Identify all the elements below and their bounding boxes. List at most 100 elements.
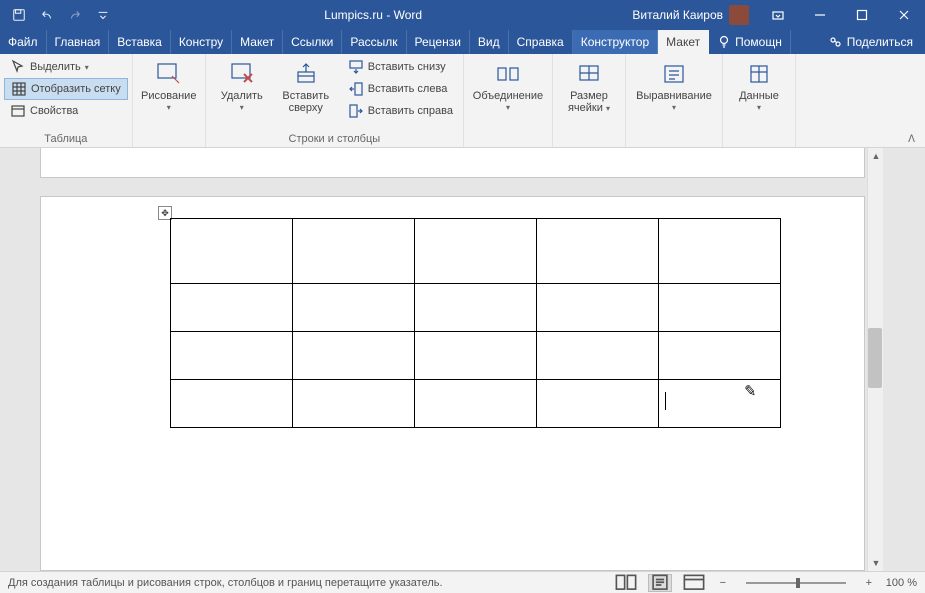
properties-icon bbox=[10, 103, 26, 119]
tab-table-layout[interactable]: Макет bbox=[658, 30, 709, 54]
insert-right-icon bbox=[348, 103, 364, 119]
data-icon bbox=[745, 60, 773, 88]
draw-button[interactable]: Рисование ▾ bbox=[137, 56, 201, 113]
lightbulb-icon bbox=[717, 35, 731, 49]
group-merge: Объединение ▾ bbox=[464, 54, 553, 147]
table-row bbox=[171, 332, 781, 380]
tab-file[interactable]: Файл bbox=[0, 30, 47, 54]
tab-references[interactable]: Ссылки bbox=[283, 30, 342, 54]
window-title: Lumpics.ru - Word bbox=[122, 8, 624, 22]
zoom-slider[interactable] bbox=[746, 582, 846, 584]
delete-table-icon bbox=[228, 60, 256, 88]
draw-table-icon bbox=[155, 60, 183, 88]
grid-icon bbox=[11, 81, 27, 97]
chevron-down-icon: ▾ bbox=[606, 104, 610, 113]
maximize-button[interactable] bbox=[841, 0, 883, 30]
status-message: Для создания таблицы и рисования строк, … bbox=[8, 577, 604, 589]
title-bar: Lumpics.ru - Word Виталий Каиров bbox=[0, 0, 925, 30]
group-alignment: Выравнивание ▾ bbox=[626, 54, 723, 147]
scroll-down-icon[interactable]: ▼ bbox=[868, 555, 884, 571]
cell-size-icon bbox=[575, 60, 603, 88]
collapse-ribbon-icon[interactable]: ᐱ bbox=[908, 134, 915, 145]
ribbon-options-icon[interactable] bbox=[757, 0, 799, 30]
redo-icon[interactable] bbox=[62, 2, 88, 28]
ribbon: Выделить▾ Отобразить сетку Свойства Табл… bbox=[0, 54, 925, 148]
insert-above-icon bbox=[292, 60, 320, 88]
zoom-level[interactable]: 100 % bbox=[886, 577, 917, 589]
tab-layout[interactable]: Макет bbox=[232, 30, 283, 54]
group-label-table: Таблица bbox=[4, 132, 128, 147]
table-row bbox=[171, 284, 781, 332]
view-web-layout[interactable] bbox=[682, 574, 706, 592]
draw-cursor-icon: ✎ bbox=[743, 382, 757, 401]
tab-home[interactable]: Главная bbox=[47, 30, 110, 54]
close-button[interactable] bbox=[883, 0, 925, 30]
chevron-down-icon: ▾ bbox=[167, 104, 171, 113]
insert-below-icon bbox=[348, 59, 364, 75]
group-data: Данные ▾ bbox=[723, 54, 796, 147]
collapse-ribbon: ᐱ bbox=[796, 54, 925, 147]
cell-size-button[interactable]: Размерячейки ▾ bbox=[557, 56, 621, 114]
minimize-button[interactable] bbox=[799, 0, 841, 30]
chevron-down-icon: ▾ bbox=[757, 104, 761, 113]
share-icon bbox=[829, 35, 843, 49]
insert-left-icon bbox=[348, 81, 364, 97]
insert-right-button[interactable]: Вставить справа bbox=[342, 100, 459, 122]
vertical-scrollbar[interactable]: ▲ ▼ bbox=[867, 148, 883, 571]
alignment-button[interactable]: Выравнивание ▾ bbox=[630, 56, 718, 113]
scroll-up-icon[interactable]: ▲ bbox=[868, 148, 884, 164]
group-cell-size: Размерячейки ▾ bbox=[553, 54, 626, 147]
table-row bbox=[171, 219, 781, 284]
merge-button[interactable]: Объединение ▾ bbox=[468, 56, 548, 113]
window-controls bbox=[757, 0, 925, 30]
group-draw: Рисование ▾ bbox=[133, 54, 206, 147]
qat-customize-icon[interactable] bbox=[90, 2, 116, 28]
tab-tellme[interactable]: Помощн bbox=[709, 30, 791, 54]
document-area: ✥ ✎ ▲ ▼ bbox=[0, 148, 925, 571]
zoom-out-button[interactable]: − bbox=[716, 577, 730, 589]
view-print-layout[interactable] bbox=[648, 574, 672, 592]
zoom-thumb[interactable] bbox=[796, 578, 800, 588]
ribbon-tabs: Файл Главная Вставка Констру Макет Ссылк… bbox=[0, 30, 925, 54]
undo-icon[interactable] bbox=[34, 2, 60, 28]
chevron-down-icon: ▾ bbox=[506, 104, 510, 113]
group-rows-cols: Удалить ▾ Вставить сверху Вставить снизу… bbox=[206, 54, 464, 147]
chevron-down-icon: ▾ bbox=[85, 63, 89, 72]
tab-mailings[interactable]: Рассылк bbox=[342, 30, 406, 54]
tab-help[interactable]: Справка bbox=[509, 30, 573, 54]
zoom-in-button[interactable]: + bbox=[862, 577, 876, 589]
page-previous bbox=[40, 148, 865, 178]
cursor-icon bbox=[10, 59, 26, 75]
tab-table-design[interactable]: Конструктор bbox=[573, 30, 658, 54]
view-read-mode[interactable] bbox=[614, 574, 638, 592]
properties-button[interactable]: Свойства bbox=[4, 100, 128, 122]
view-gridlines-button[interactable]: Отобразить сетку bbox=[4, 78, 128, 100]
insert-above-button[interactable]: Вставить сверху bbox=[274, 56, 338, 114]
chevron-down-icon: ▾ bbox=[672, 104, 676, 113]
alignment-icon bbox=[660, 60, 688, 88]
delete-button[interactable]: Удалить ▾ bbox=[210, 56, 274, 113]
account-area[interactable]: Виталий Каиров bbox=[624, 5, 757, 25]
group-label-rows-cols: Строки и столбцы bbox=[210, 132, 459, 147]
document-table[interactable] bbox=[170, 218, 781, 428]
chevron-down-icon: ▾ bbox=[240, 104, 244, 113]
text-cursor bbox=[665, 392, 666, 410]
select-button[interactable]: Выделить▾ bbox=[4, 56, 128, 78]
save-icon[interactable] bbox=[6, 2, 32, 28]
scroll-thumb[interactable] bbox=[868, 328, 882, 388]
tab-review[interactable]: Рецензи bbox=[407, 30, 470, 54]
share-button[interactable]: Поделиться bbox=[821, 30, 925, 54]
data-button[interactable]: Данные ▾ bbox=[727, 56, 791, 113]
insert-left-button[interactable]: Вставить слева bbox=[342, 78, 459, 100]
avatar bbox=[729, 5, 749, 25]
quick-access-toolbar bbox=[0, 2, 122, 28]
tab-view[interactable]: Вид bbox=[470, 30, 509, 54]
account-name: Виталий Каиров bbox=[632, 8, 723, 22]
insert-below-button[interactable]: Вставить снизу bbox=[342, 56, 459, 78]
tab-insert[interactable]: Вставка bbox=[109, 30, 171, 54]
group-table: Выделить▾ Отобразить сетку Свойства Табл… bbox=[0, 54, 133, 147]
merge-icon bbox=[494, 60, 522, 88]
table-row bbox=[171, 380, 781, 428]
status-bar: Для создания таблицы и рисования строк, … bbox=[0, 571, 925, 593]
tab-design[interactable]: Констру bbox=[171, 30, 232, 54]
